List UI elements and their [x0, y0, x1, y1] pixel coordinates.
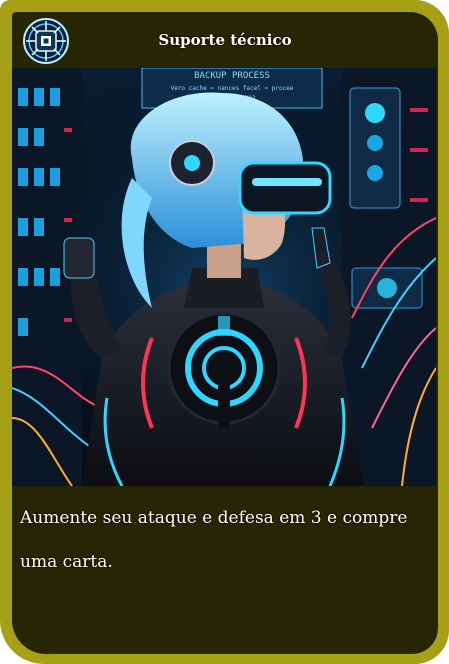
cyber-gear-icon: [22, 17, 70, 65]
server-rack-right: [342, 68, 436, 486]
card-description: Aumente seu ataque e defesa em 3 e compr…: [20, 508, 408, 572]
card-artwork: BACKUP PROCESS Vero cache = nances facel…: [12, 68, 436, 486]
card-title-bar: Suporte técnico: [12, 12, 438, 68]
svg-text:BACKUP PROCESS: BACKUP PROCESS: [194, 71, 270, 81]
svg-text:Vero cache = nances facel = pr: Vero cache = nances facel = procee: [171, 85, 294, 92]
card-title: Suporte técnico: [158, 31, 292, 49]
